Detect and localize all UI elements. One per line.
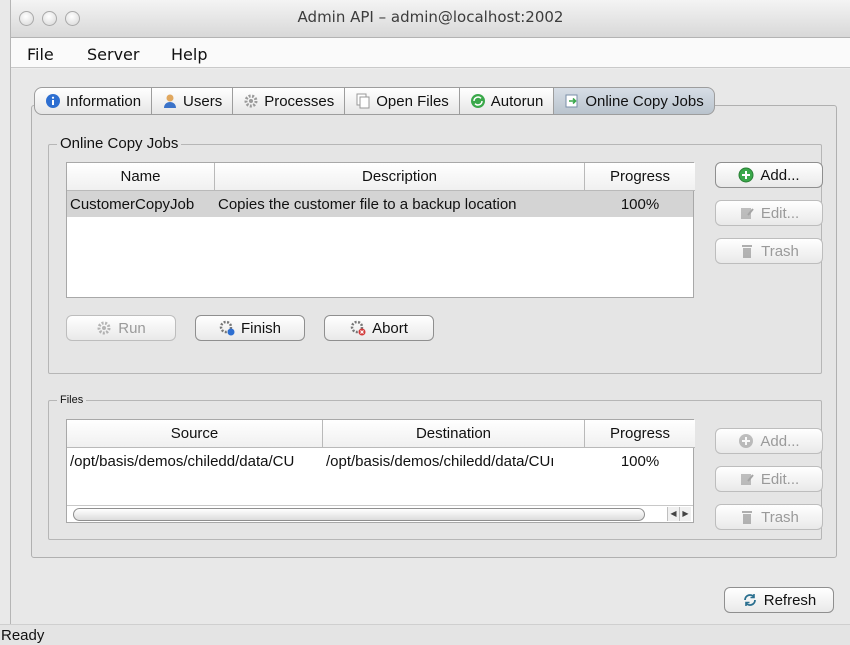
- file-trash-button[interactable]: Trash: [715, 504, 823, 530]
- tab-autorun[interactable]: Autorun: [459, 87, 555, 115]
- main-content: Online Copy Jobs Name Description Progre…: [11, 69, 850, 645]
- menu-file[interactable]: File: [27, 45, 54, 64]
- tab-online-copy-jobs[interactable]: Online Copy Jobs: [554, 87, 715, 115]
- tab-autorun-label: Autorun: [490, 92, 544, 110]
- tab-processes-label: Processes: [264, 92, 335, 110]
- info-icon: [45, 93, 61, 109]
- refresh-icon: [742, 592, 758, 608]
- menu-server[interactable]: Server: [87, 45, 139, 64]
- abort-button[interactable]: Abort: [324, 315, 434, 341]
- tab-bar: Information Users Processes Open Files A…: [34, 87, 715, 115]
- tab-information-label: Information: [66, 92, 142, 110]
- online-copy-jobs-group-title: Online Copy Jobs: [57, 135, 182, 152]
- tab-online-copy-jobs-label: Online Copy Jobs: [585, 92, 704, 110]
- job-name-cell: CustomerCopyJob: [70, 195, 195, 213]
- autorun-icon: [470, 93, 486, 109]
- status-text: Ready: [1, 627, 45, 644]
- finish-button[interactable]: Finish: [195, 315, 305, 341]
- window-title: Admin API – admin@localhost:2002: [297, 8, 564, 26]
- file-trash-label: Trash: [761, 508, 799, 526]
- job-edit-button[interactable]: Edit...: [715, 200, 823, 226]
- file-add-label: Add...: [760, 432, 800, 450]
- add-icon: [738, 167, 754, 183]
- files-group-title: Files: [57, 394, 87, 406]
- file-edit-label: Edit...: [760, 470, 800, 488]
- job-edit-label: Edit...: [760, 204, 800, 222]
- tab-information[interactable]: Information: [34, 87, 153, 115]
- job-description-cell: Copies the customer file to a backup loc…: [218, 195, 517, 213]
- add-icon: [738, 433, 754, 449]
- edit-icon: [739, 471, 755, 487]
- job-add-label: Add...: [760, 166, 800, 184]
- tab-processes[interactable]: Processes: [233, 87, 346, 115]
- run-button[interactable]: Run: [66, 315, 176, 341]
- jobs-header-progress[interactable]: Progress: [585, 163, 695, 191]
- files-header-destination[interactable]: Destination: [323, 420, 585, 448]
- copy-job-icon: [564, 93, 580, 109]
- finish-label: Finish: [240, 319, 281, 337]
- files-icon: [355, 93, 371, 109]
- files-horizontal-scrollbar[interactable]: ◀ ▶: [67, 505, 693, 522]
- tab-users-label: Users: [183, 92, 223, 110]
- abort-label: Abort: [372, 319, 408, 337]
- trash-icon: [739, 243, 755, 259]
- file-progress-cell: 100%: [620, 452, 660, 470]
- tab-open-files[interactable]: Open Files: [345, 87, 460, 115]
- menu-bar: File Server Help: [11, 38, 850, 68]
- files-header-progress[interactable]: Progress: [585, 420, 695, 448]
- status-bar: Ready: [0, 624, 850, 645]
- file-edit-button[interactable]: Edit...: [715, 466, 823, 492]
- file-add-button[interactable]: Add...: [715, 428, 823, 454]
- edit-icon: [739, 205, 755, 221]
- gear-abort-icon: [350, 320, 366, 336]
- jobs-header-name[interactable]: Name: [67, 163, 215, 191]
- online-copy-jobs-group: Online Copy Jobs Name Description Progre…: [48, 135, 823, 374]
- run-label: Run: [118, 319, 146, 337]
- scroll-left-icon[interactable]: ◀: [667, 507, 679, 521]
- gear-icon: [243, 93, 259, 109]
- tab-users[interactable]: Users: [152, 87, 234, 115]
- scroll-right-icon[interactable]: ▶: [679, 507, 691, 521]
- trash-icon: [739, 509, 755, 525]
- file-destination-cell: /opt/basis/demos/chiledd/data/CUı: [326, 452, 555, 470]
- scrollbar-thumb[interactable]: [73, 508, 645, 521]
- job-trash-label: Trash: [761, 242, 799, 260]
- files-group: Files Source Destination Progress /opt/b…: [48, 394, 823, 540]
- refresh-label: Refresh: [763, 591, 817, 609]
- admin-api-window: Admin API – admin@localhost:2002 File Se…: [10, 0, 850, 645]
- files-table: Source Destination Progress /opt/basis/d…: [66, 419, 695, 523]
- user-icon: [162, 93, 178, 109]
- jobs-table: Name Description Progress CustomerCopyJo…: [66, 162, 695, 298]
- files-header-source[interactable]: Source: [67, 420, 323, 448]
- jobs-header-description[interactable]: Description: [215, 163, 585, 191]
- refresh-button[interactable]: Refresh: [724, 587, 834, 613]
- job-progress-cell: 100%: [620, 195, 660, 213]
- menu-help[interactable]: Help: [171, 45, 207, 64]
- title-bar[interactable]: Admin API – admin@localhost:2002: [11, 0, 850, 38]
- gear-finish-icon: [219, 320, 235, 336]
- file-source-cell: /opt/basis/demos/chiledd/data/CU: [70, 452, 295, 470]
- job-trash-button[interactable]: Trash: [715, 238, 823, 264]
- gear-icon: [96, 320, 112, 336]
- tab-open-files-label: Open Files: [376, 92, 449, 110]
- job-add-button[interactable]: Add...: [715, 162, 823, 188]
- online-copy-jobs-panel: Online Copy Jobs Name Description Progre…: [31, 105, 837, 558]
